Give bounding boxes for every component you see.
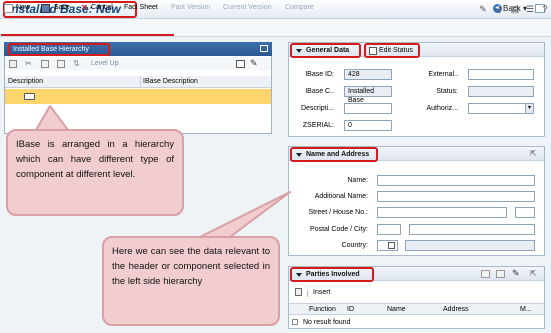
- delete-icon[interactable]: [9, 60, 17, 68]
- house-no-field[interactable]: [515, 207, 535, 218]
- past-version-button[interactable]: Past Version: [171, 4, 210, 11]
- fact-sheet-button[interactable]: Fact Sheet: [124, 4, 158, 11]
- name-field[interactable]: [377, 175, 535, 186]
- name-label: Name:: [347, 177, 368, 184]
- collapse-icon[interactable]: ⇱: [530, 269, 537, 278]
- status-label: Status:: [436, 88, 458, 95]
- tools-icon[interactable]: ✎: [478, 4, 488, 14]
- description-label: Descripti...: [300, 105, 334, 112]
- ibase-c-label: IBase C..: [305, 88, 334, 95]
- toolbar-divider: [307, 290, 308, 297]
- additional-name-field[interactable]: [377, 191, 535, 202]
- external-field[interactable]: [468, 69, 534, 80]
- status-field[interactable]: [468, 86, 534, 97]
- delete-icon[interactable]: [295, 288, 302, 296]
- edit-icon[interactable]: ✎: [250, 58, 258, 69]
- paste-icon[interactable]: [57, 60, 65, 68]
- document-icon[interactable]: ▤: [510, 4, 520, 14]
- value-help-icon[interactable]: [388, 242, 395, 249]
- edit-status-box[interactable]: Edit Status: [364, 43, 420, 58]
- general-data-title: General Data: [306, 47, 350, 54]
- new-button[interactable]: New: [16, 4, 30, 11]
- edit-status-button[interactable]: Edit Status: [379, 46, 413, 55]
- help-icon[interactable]: ?: [540, 4, 550, 14]
- new-icon: [4, 4, 13, 13]
- zserial-label: ZSERIAL:: [302, 122, 334, 129]
- insert-button[interactable]: Insert: [313, 289, 331, 296]
- grid-icon[interactable]: [481, 270, 490, 278]
- street-label: Street / House No.:: [308, 209, 368, 216]
- folder-icon: [24, 93, 35, 100]
- key-icon[interactable]: ⚷: [494, 4, 504, 14]
- column-description[interactable]: Description: [8, 78, 43, 85]
- external-label: External..: [428, 71, 458, 78]
- column-divider: [140, 76, 141, 88]
- additional-name-label: Additional Name:: [314, 193, 368, 200]
- column-ibase-description[interactable]: IBase Description: [143, 78, 198, 85]
- street-field[interactable]: [377, 207, 507, 218]
- empty-message: No result found: [303, 319, 351, 326]
- parties-title: Parties Involved: [306, 271, 360, 278]
- cancel-button[interactable]: Cancel: [91, 4, 113, 11]
- hierarchy-title: Installed Base Hierarchy: [8, 43, 110, 56]
- edit-icon[interactable]: ✎: [512, 268, 520, 279]
- save-icon: [41, 4, 50, 13]
- cut-icon[interactable]: ✂: [25, 59, 32, 68]
- level-up-button[interactable]: Level Up: [91, 60, 119, 67]
- minimize-icon[interactable]: [260, 45, 268, 52]
- copy-icon[interactable]: [41, 60, 49, 68]
- personalize-icon[interactable]: [496, 270, 505, 278]
- postal-city-label: Postal Code / City:: [310, 226, 368, 233]
- zserial-field[interactable]: 0: [344, 120, 392, 131]
- info-icon: [292, 319, 298, 325]
- edit-status-icon: [369, 47, 377, 55]
- parties-title-box[interactable]: Parties Involved: [290, 267, 374, 282]
- compare-button[interactable]: Compare: [285, 4, 314, 11]
- right-callout: Here we can see the data relevant to the…: [102, 236, 280, 326]
- general-data-title-box[interactable]: General Data: [290, 43, 361, 58]
- collapse-icon[interactable]: ⇱: [530, 149, 537, 158]
- name-address-title-box[interactable]: Name and Address: [290, 147, 378, 162]
- ibase-id-label: IBase ID:: [305, 71, 334, 78]
- authorization-label: Authoriz...: [426, 105, 458, 112]
- left-callout: IBase is arranged in a hierarchy which c…: [6, 129, 184, 216]
- column-id[interactable]: ID: [347, 306, 354, 313]
- save-button[interactable]: Save: [54, 4, 70, 11]
- list-icon[interactable]: ☰: [525, 4, 535, 14]
- country-description-field: [405, 240, 535, 251]
- cancel-icon: ✕: [81, 3, 88, 12]
- postal-code-field[interactable]: [377, 224, 401, 235]
- current-version-button[interactable]: Current Version: [223, 4, 272, 11]
- print-icon[interactable]: [236, 60, 245, 68]
- city-field[interactable]: [409, 224, 535, 235]
- column-function[interactable]: Function: [309, 306, 336, 313]
- name-address-title: Name and Address: [306, 151, 370, 158]
- level-up-icon[interactable]: ⇅: [73, 59, 80, 68]
- column-name[interactable]: Name: [387, 306, 406, 313]
- chevron-down-icon[interactable]: ▾: [525, 104, 533, 113]
- column-more[interactable]: M...: [520, 306, 532, 313]
- toolbar-highlight: [1, 34, 174, 36]
- column-address[interactable]: Address: [443, 306, 469, 313]
